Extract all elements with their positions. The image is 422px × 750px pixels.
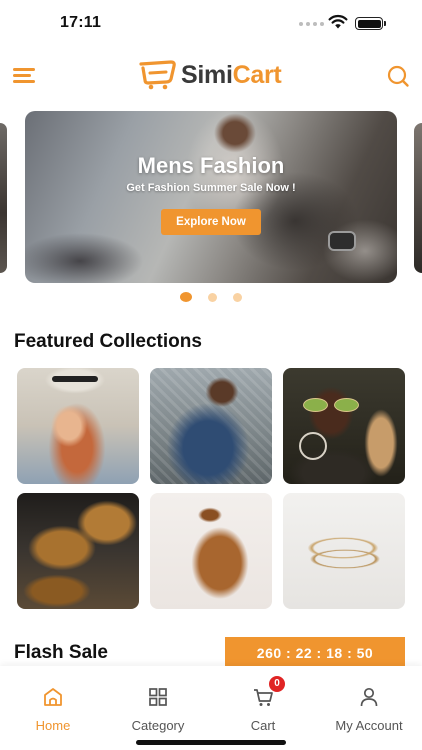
home-indicator [136,740,286,745]
logo-text: SimiCart [181,60,282,89]
bottom-tab-bar: Home Category 0 Cart My Account [0,666,422,750]
tab-my-account-label: My Account [335,718,403,733]
app-logo: SimiCart [138,60,282,90]
cart-count-badge: 0 [269,676,285,692]
tab-home-label: Home [35,718,71,733]
wifi-icon [328,14,348,29]
collection-tile-woman-with-sunglasses[interactable] [283,368,405,484]
carousel-dot-2[interactable] [208,292,217,302]
collection-tile-leather-bag[interactable] [150,493,272,609]
tab-cart-label: Cart [250,718,276,733]
cellular-signal-icon [299,22,324,26]
user-icon [360,687,378,707]
banner-carousel[interactable]: Mens Fashion Get Fashion Summer Sale Now… [0,111,422,283]
app-header: SimiCart [0,56,422,96]
featured-collections-grid [17,368,405,609]
featured-collections-title: Featured Collections [14,331,202,352]
banner-slide[interactable]: Mens Fashion Get Fashion Summer Sale Now… [25,111,397,283]
tab-home[interactable]: Home [3,686,103,733]
tab-category-label: Category [131,718,185,733]
banner-title: Mens Fashion [137,153,285,178]
logo-cart-icon [139,60,176,90]
banner-subtitle: Get Fashion Summer Sale Now ! [126,182,296,194]
tab-my-account[interactable]: My Account [319,686,419,733]
banner-watch-detail [328,231,356,251]
hamburger-menu-icon[interactable] [13,64,37,86]
status-bar: 17:11 [0,0,422,46]
battery-icon [355,17,386,30]
next-slide-peek[interactable] [414,123,422,273]
collection-tile-woman-with-hat[interactable] [17,368,139,484]
search-icon[interactable] [386,64,410,88]
carousel-pagination [180,292,242,302]
tab-cart[interactable]: 0 Cart [213,676,313,733]
collection-tile-man-in-patterned-shirt[interactable] [150,368,272,484]
tab-category[interactable]: Category [108,686,208,733]
status-time: 17:11 [60,14,102,31]
banner-photo [175,111,397,283]
flash-sale-title: Flash Sale [14,642,108,663]
collection-tile-gold-bracelets[interactable] [283,493,405,609]
previous-slide-peek[interactable] [0,123,7,273]
grid-icon [149,688,167,706]
carousel-dot-1[interactable] [180,292,192,302]
home-icon [44,688,62,706]
collection-tile-leather-boots[interactable] [17,493,139,609]
explore-now-button[interactable]: Explore Now [161,209,261,235]
carousel-dot-3[interactable] [233,292,242,302]
